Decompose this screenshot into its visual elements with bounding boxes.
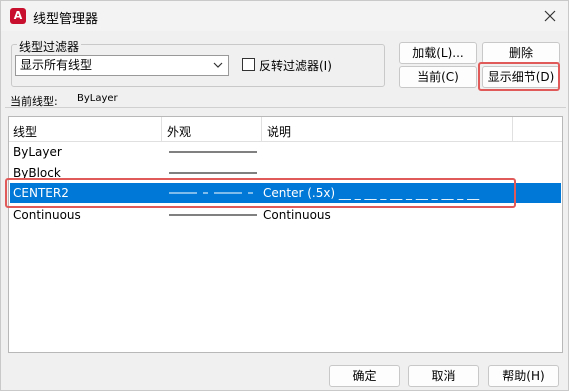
filter-group-label: 线型过滤器: [17, 38, 82, 55]
linetype-preview: [169, 214, 257, 216]
col-divider: [261, 117, 262, 142]
list-header: 线型 外观 说明: [9, 117, 562, 142]
table-row[interactable]: ByLayer: [10, 142, 561, 162]
col-header-linetype[interactable]: 线型: [13, 123, 37, 140]
close-icon[interactable]: [542, 8, 558, 24]
selection-highlight-box: [5, 178, 516, 208]
col-divider: [512, 117, 513, 142]
linetype-manager-dialog: A 线型管理器 线型过滤器 显示所有线型 反转过滤器(I) 加载(L)... 删…: [0, 0, 569, 391]
linetype-preview: [169, 151, 257, 153]
cancel-button[interactable]: 取消: [408, 365, 479, 387]
chevron-down-icon: [213, 62, 223, 68]
filter-select-value: 显示所有线型: [20, 58, 93, 72]
help-button[interactable]: 帮助(H): [488, 365, 559, 387]
divider: [5, 107, 566, 108]
filter-select[interactable]: 显示所有线型: [15, 55, 229, 76]
current-linetype-value: ByLayer: [77, 93, 118, 104]
delete-button[interactable]: 删除: [482, 42, 560, 64]
dialog-title: 线型管理器: [33, 12, 99, 27]
autocad-logo-icon: A: [10, 8, 26, 24]
table-row[interactable]: Continuous Continuous: [10, 205, 561, 225]
col-divider: [161, 117, 162, 142]
col-header-description[interactable]: 说明: [267, 123, 291, 140]
checkbox-box[interactable]: [242, 58, 255, 71]
details-highlight-box: [478, 62, 560, 91]
linetype-name: ByLayer: [13, 145, 62, 159]
col-header-appearance[interactable]: 外观: [167, 123, 191, 140]
linetype-list[interactable]: 线型 外观 说明 ByLayer ByBlock CENTER2 Center …: [8, 116, 563, 353]
ok-button[interactable]: 确定: [329, 365, 400, 387]
invert-filter-label: 反转过滤器(I): [259, 59, 332, 73]
linetype-description: Continuous: [263, 208, 331, 222]
current-button[interactable]: 当前(C): [399, 66, 477, 88]
linetype-preview: [169, 172, 257, 174]
load-button[interactable]: 加载(L)...: [399, 42, 477, 64]
title-bar: A 线型管理器: [1, 1, 568, 31]
linetype-name: Continuous: [13, 208, 81, 222]
